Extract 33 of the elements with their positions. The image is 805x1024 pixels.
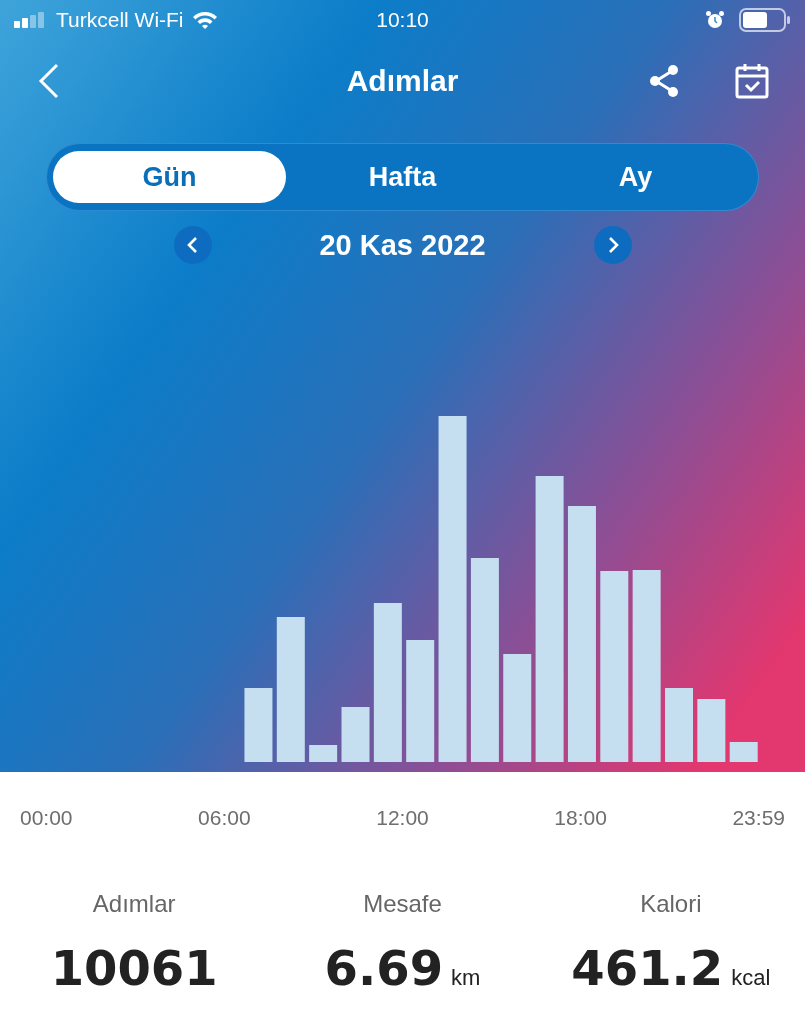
stat-unit: kcal xyxy=(731,965,771,991)
stat-label: Adımlar xyxy=(92,890,176,918)
alarm-icon xyxy=(705,10,725,30)
time-axis-label: 18:00 xyxy=(554,806,607,830)
current-date: 20 Kas 2022 xyxy=(318,228,487,262)
previous-day-button[interactable] xyxy=(173,226,212,264)
next-day-button[interactable] xyxy=(593,226,632,264)
time-axis-label: 06:00 xyxy=(198,806,251,830)
share-icon[interactable] xyxy=(647,64,681,98)
back-icon[interactable] xyxy=(38,63,60,99)
calendar-icon[interactable] xyxy=(735,63,769,99)
stat-value: 461.2 xyxy=(571,940,724,996)
stat-value: 6.69 xyxy=(324,940,444,996)
battery-icon xyxy=(739,8,791,32)
time-axis-label: 00:00 xyxy=(20,806,73,830)
stat-label: Mesafe xyxy=(363,890,442,918)
period-tab[interactable]: Ay xyxy=(519,151,752,203)
stat-unit: km xyxy=(451,965,481,991)
period-tab[interactable]: Gün xyxy=(53,151,286,203)
time-axis-label: 23:59 xyxy=(732,806,785,830)
page-title: Adımlar xyxy=(346,64,459,98)
wifi-icon xyxy=(191,10,218,30)
period-tab[interactable]: Hafta xyxy=(286,151,519,203)
chart-bar xyxy=(341,707,370,762)
chart-bar xyxy=(697,699,726,762)
stat-value: 10061 xyxy=(50,940,218,996)
chart-bar xyxy=(729,742,758,762)
chart-bar xyxy=(309,745,338,762)
clock-time: 10:10 xyxy=(376,8,429,32)
stat-label: Kalori xyxy=(640,890,702,918)
time-axis-label: 12:00 xyxy=(376,806,429,830)
carrier-name: Turkcell Wi-Fi xyxy=(56,8,184,32)
chevron-left-icon xyxy=(185,236,200,254)
